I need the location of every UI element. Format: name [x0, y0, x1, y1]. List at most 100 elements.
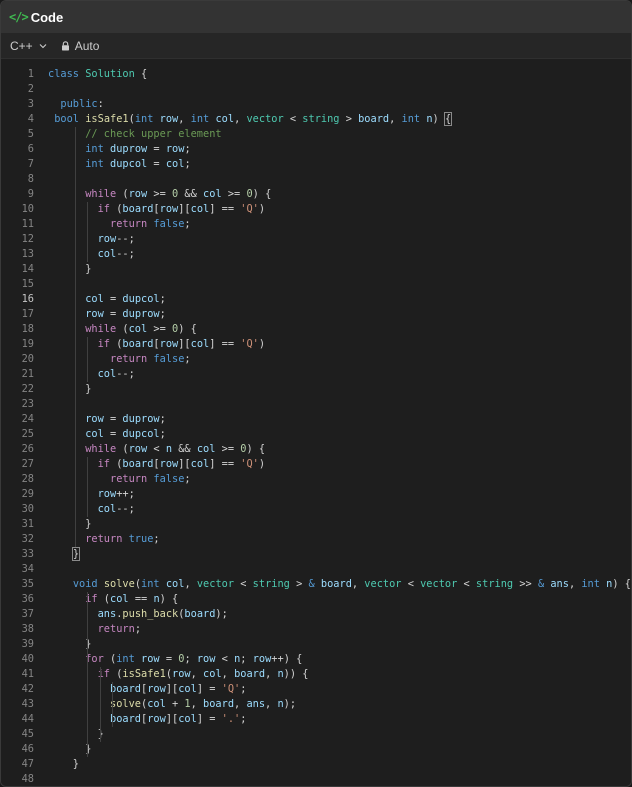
code-line: 45 }	[1, 727, 631, 742]
code-line: 28 return false;	[1, 472, 631, 487]
code-token: if	[97, 338, 111, 350]
code-line: 43 solve(col + 1, board, ans, n);	[1, 697, 631, 712]
code-token: ans	[246, 698, 266, 710]
line-number: 20	[21, 353, 34, 365]
code-line: 29 row++;	[1, 487, 631, 502]
line-number: 42	[21, 683, 34, 695]
code-line: 10 if (board[row][col] == 'Q')	[1, 202, 631, 217]
code-token: return	[85, 533, 123, 545]
line-code: int duprow = row;	[48, 142, 190, 157]
code-token: return	[110, 473, 148, 485]
code-token: ;	[159, 428, 166, 440]
code-token: :	[97, 98, 104, 110]
code-token: }	[48, 743, 92, 755]
line-number: 14	[21, 263, 34, 275]
line-number: 22	[21, 383, 34, 395]
code-token: ] ==	[209, 458, 241, 470]
code-token: ++) {	[271, 653, 303, 665]
code-line: 21 col--;	[1, 367, 631, 382]
code-token: --;	[116, 233, 135, 245]
line-number: 13	[21, 248, 34, 260]
code-line: 24 row = duprow;	[1, 412, 631, 427]
code-token: row	[159, 338, 179, 350]
code-token: ,	[351, 578, 365, 590]
line-code: void solve(int col, vector < string > & …	[48, 577, 631, 592]
code-token: ;	[240, 683, 247, 695]
indent-guide	[87, 652, 89, 757]
code-token: row	[159, 203, 179, 215]
code-line: 47 }	[1, 757, 631, 772]
line-number: 38	[21, 623, 34, 635]
code-token: if	[97, 203, 111, 215]
code-token: false	[153, 353, 185, 365]
line-code: while (row < n && col >= 0) {	[48, 442, 265, 457]
code-editor[interactable]: 1 class Solution {2 3 public: 4 bool isSafe…	[1, 66, 631, 786]
code-token: return	[97, 623, 135, 635]
line-code: board[row][col] = 'Q';	[48, 682, 246, 697]
code-token: true	[128, 533, 154, 545]
lock-icon	[61, 40, 69, 50]
code-token: int	[85, 158, 104, 170]
code-token: ][	[178, 458, 191, 470]
line-number: 27	[21, 458, 34, 470]
code-token: (	[110, 338, 123, 350]
auto-mode-indicator: Auto	[61, 39, 99, 53]
line-number: 29	[21, 488, 34, 500]
code-token: ans	[97, 608, 117, 620]
code-token: <	[401, 578, 421, 590]
line-number: 26	[21, 443, 34, 455]
line-number: 24	[21, 413, 34, 425]
code-token: dupcol	[122, 428, 160, 440]
code-token: row	[141, 653, 160, 665]
line-number: 40	[21, 653, 34, 665]
line-number: 36	[21, 593, 34, 605]
code-token: ,	[568, 578, 582, 590]
language-selector[interactable]: C++	[10, 39, 47, 53]
line-number: 12	[21, 233, 34, 245]
indent-guide	[112, 682, 113, 727]
code-token: int	[116, 653, 135, 665]
code-token: col	[203, 668, 222, 680]
line-code: }	[48, 757, 79, 772]
code-token: ;	[184, 218, 191, 230]
code-token: col	[165, 578, 185, 590]
code-line: 38 return;	[1, 622, 631, 637]
code-token: <	[283, 113, 303, 125]
line-code: ans.push_back(board);	[48, 607, 228, 622]
code-icon: </>	[9, 10, 29, 24]
code-line: 31 }	[1, 517, 631, 532]
code-token: ,	[190, 698, 204, 710]
line-number: 9	[27, 188, 34, 200]
line-code: col = dupcol;	[48, 427, 166, 442]
code-token: 'Q'	[240, 203, 259, 215]
code-token: >	[339, 113, 359, 125]
code-line: 32 return true;	[1, 532, 631, 547]
code-token: row	[252, 653, 272, 665]
code-token: void	[72, 578, 98, 590]
code-token: ;	[184, 473, 191, 485]
line-number: 17	[21, 308, 34, 320]
code-token: row	[128, 188, 148, 200]
line-number: 3	[27, 98, 34, 110]
code-token: board	[358, 113, 390, 125]
code-line: 13 col--;	[1, 247, 631, 262]
code-token: vector	[246, 113, 284, 125]
line-code: if (col == n) {	[48, 592, 178, 607]
code-token: col	[147, 698, 166, 710]
line-number: 4	[27, 113, 34, 125]
code-line: 30 col--;	[1, 502, 631, 517]
code-token: );	[215, 608, 228, 620]
code-token: <	[234, 578, 253, 590]
code-line: 42 board[row][col] = 'Q';	[1, 682, 631, 697]
